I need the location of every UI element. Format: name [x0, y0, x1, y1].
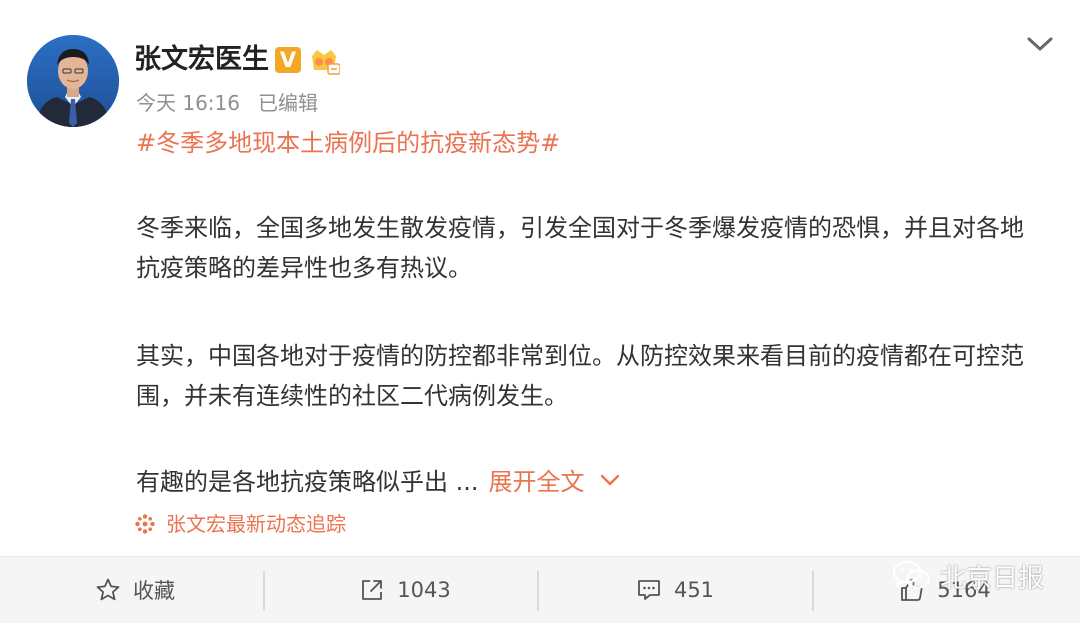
- tracker-link[interactable]: 张文宏最新动态追踪: [134, 510, 346, 538]
- favorite-label: 收藏: [133, 579, 175, 603]
- tracker-flower-icon: [135, 513, 155, 534]
- chevron-down-icon[interactable]: [599, 473, 621, 487]
- comment-count: 451: [673, 578, 715, 602]
- author-name[interactable]: 张文宏医生: [134, 40, 269, 80]
- wechat-icon: [892, 560, 931, 589]
- expand-full-text-link[interactable]: 展开全文: [489, 468, 585, 496]
- tracker-label: 张文宏最新动态追踪: [166, 512, 346, 536]
- watermark-label: 北京日报: [940, 563, 1045, 594]
- comment-icon: [638, 580, 660, 600]
- verified-icon: V: [275, 47, 301, 73]
- avatar[interactable]: [27, 35, 119, 127]
- comment-button[interactable]: 451: [540, 557, 810, 623]
- action-divider: [263, 571, 265, 611]
- repost-count: 1043: [397, 578, 451, 602]
- watermark: 北京日报: [892, 556, 1044, 596]
- post-paragraph-1: 冬季来临，全国多地发生散发疫情，引发全国对于冬季爆发疫情的恐惧，并且对各地抗疫策…: [136, 214, 1024, 282]
- hashtag-link[interactable]: #冬季多地现本土病例后的抗疫新态势#: [136, 126, 560, 160]
- weibo-post-card: 张文宏医生 V 今天 16:16 已编辑 #冬季多地现本土病例后的抗疫新态势# 冬…: [0, 0, 1080, 556]
- post-paragraph-3: 有趣的是各地抗疫策略似乎出 ... 展开全文: [136, 462, 1046, 502]
- post-paragraph-3-text: 有趣的是各地抗疫策略似乎出 ...: [136, 468, 479, 496]
- post-meta: 今天 16:16 已编辑: [136, 90, 318, 116]
- favorite-button[interactable]: 收藏: [0, 557, 270, 623]
- member-crown-icon: [312, 50, 340, 75]
- edited-label: 已编辑: [258, 91, 318, 115]
- action-divider: [537, 571, 539, 611]
- avatar-photo: [27, 35, 119, 127]
- chevron-down-icon[interactable]: [1024, 31, 1056, 57]
- repost-button[interactable]: 1043: [270, 557, 540, 623]
- share-icon: [362, 580, 383, 600]
- post-paragraph-2: 其实，中国各地对于疫情的防控都非常到位。从防控效果来看目前的疫情都在可控范围，并…: [136, 342, 1024, 410]
- star-icon: [96, 578, 120, 601]
- post-time: 今天 16:16: [136, 91, 240, 115]
